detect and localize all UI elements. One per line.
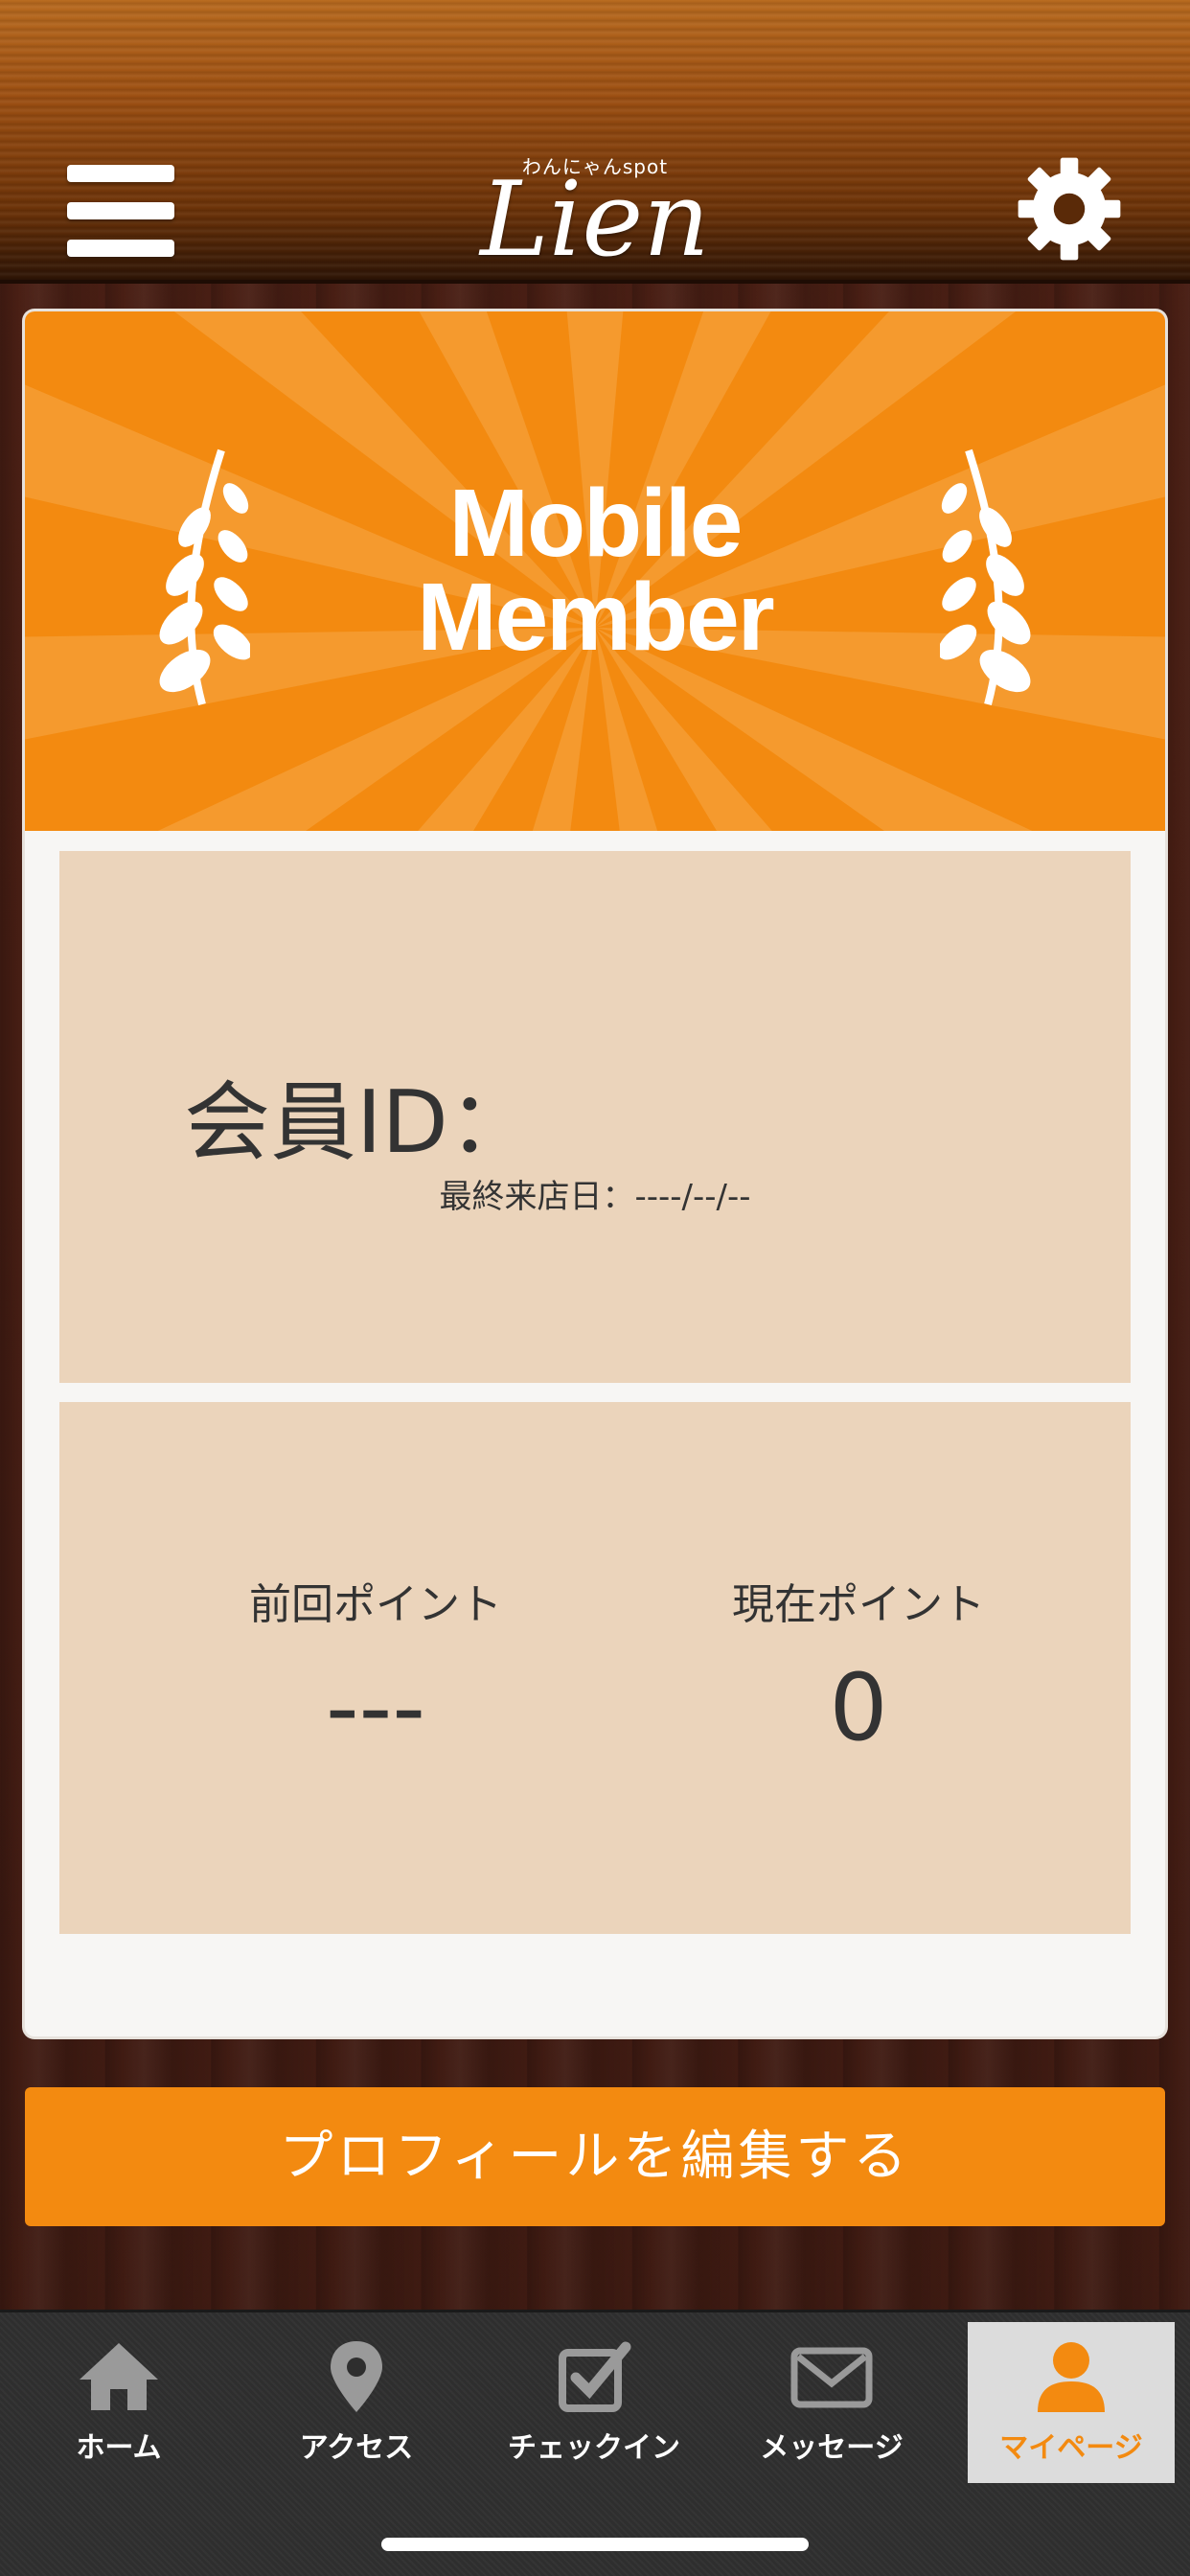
mobile-member-banner: Mobile Member xyxy=(25,311,1165,831)
checkbox-icon xyxy=(559,2341,631,2412)
person-icon xyxy=(1038,2342,1105,2412)
previous-points-label: 前回ポイント xyxy=(249,1580,502,1629)
home-indicator[interactable] xyxy=(381,2538,809,2551)
tab-mypage[interactable]: マイページ xyxy=(968,2322,1175,2483)
last-visit-date: 最終来店日：----/--/-- xyxy=(439,1178,751,1216)
tab-access-label: アクセス xyxy=(299,2431,414,2465)
previous-points-value: --- xyxy=(326,1654,425,1761)
tab-home[interactable]: ホーム xyxy=(0,2322,238,2483)
tab-message[interactable]: メッセージ xyxy=(713,2322,950,2483)
member-id-label: 会員ID： xyxy=(184,1072,535,1173)
app-header: わんにゃんspot Lien xyxy=(0,0,1190,284)
member-id-panel: 会員ID： 最終来店日：----/--/-- xyxy=(59,851,1131,1383)
envelope-icon xyxy=(790,2347,873,2408)
gear-icon[interactable] xyxy=(1014,153,1125,264)
edit-profile-button[interactable]: プロフィールを編集する xyxy=(25,2087,1165,2226)
member-card: Mobile Member 会員ID： 最終来店日：----/--/-- 前回ポ… xyxy=(25,311,1165,2036)
tab-home-label: ホーム xyxy=(76,2431,162,2465)
tab-checkin[interactable]: チェックイン xyxy=(475,2322,713,2483)
bottom-tab-bar: ホーム アクセス チェックイン メッセージ マイページ xyxy=(0,2310,1190,2576)
map-pin-icon xyxy=(331,2341,382,2412)
home-icon xyxy=(80,2343,158,2410)
previous-points: 前回ポイント --- xyxy=(184,1570,567,1756)
banner-title-line1: Mobile xyxy=(448,470,744,577)
current-points: 現在ポイント 0 xyxy=(667,1570,1050,1756)
banner-title-line2: Member xyxy=(417,564,774,671)
tab-checkin-label: チェックイン xyxy=(508,2431,680,2465)
tab-message-label: メッセージ xyxy=(760,2431,904,2465)
app-logo: Lien xyxy=(480,160,710,280)
points-panel: 前回ポイント --- 現在ポイント 0 xyxy=(59,1402,1131,1934)
banner-title: Mobile Member xyxy=(25,470,1165,671)
tab-access[interactable]: アクセス xyxy=(238,2322,475,2483)
current-points-label: 現在ポイント xyxy=(732,1580,985,1629)
current-points-value: 0 xyxy=(829,1654,888,1761)
tab-mypage-label: マイページ xyxy=(999,2431,1143,2465)
